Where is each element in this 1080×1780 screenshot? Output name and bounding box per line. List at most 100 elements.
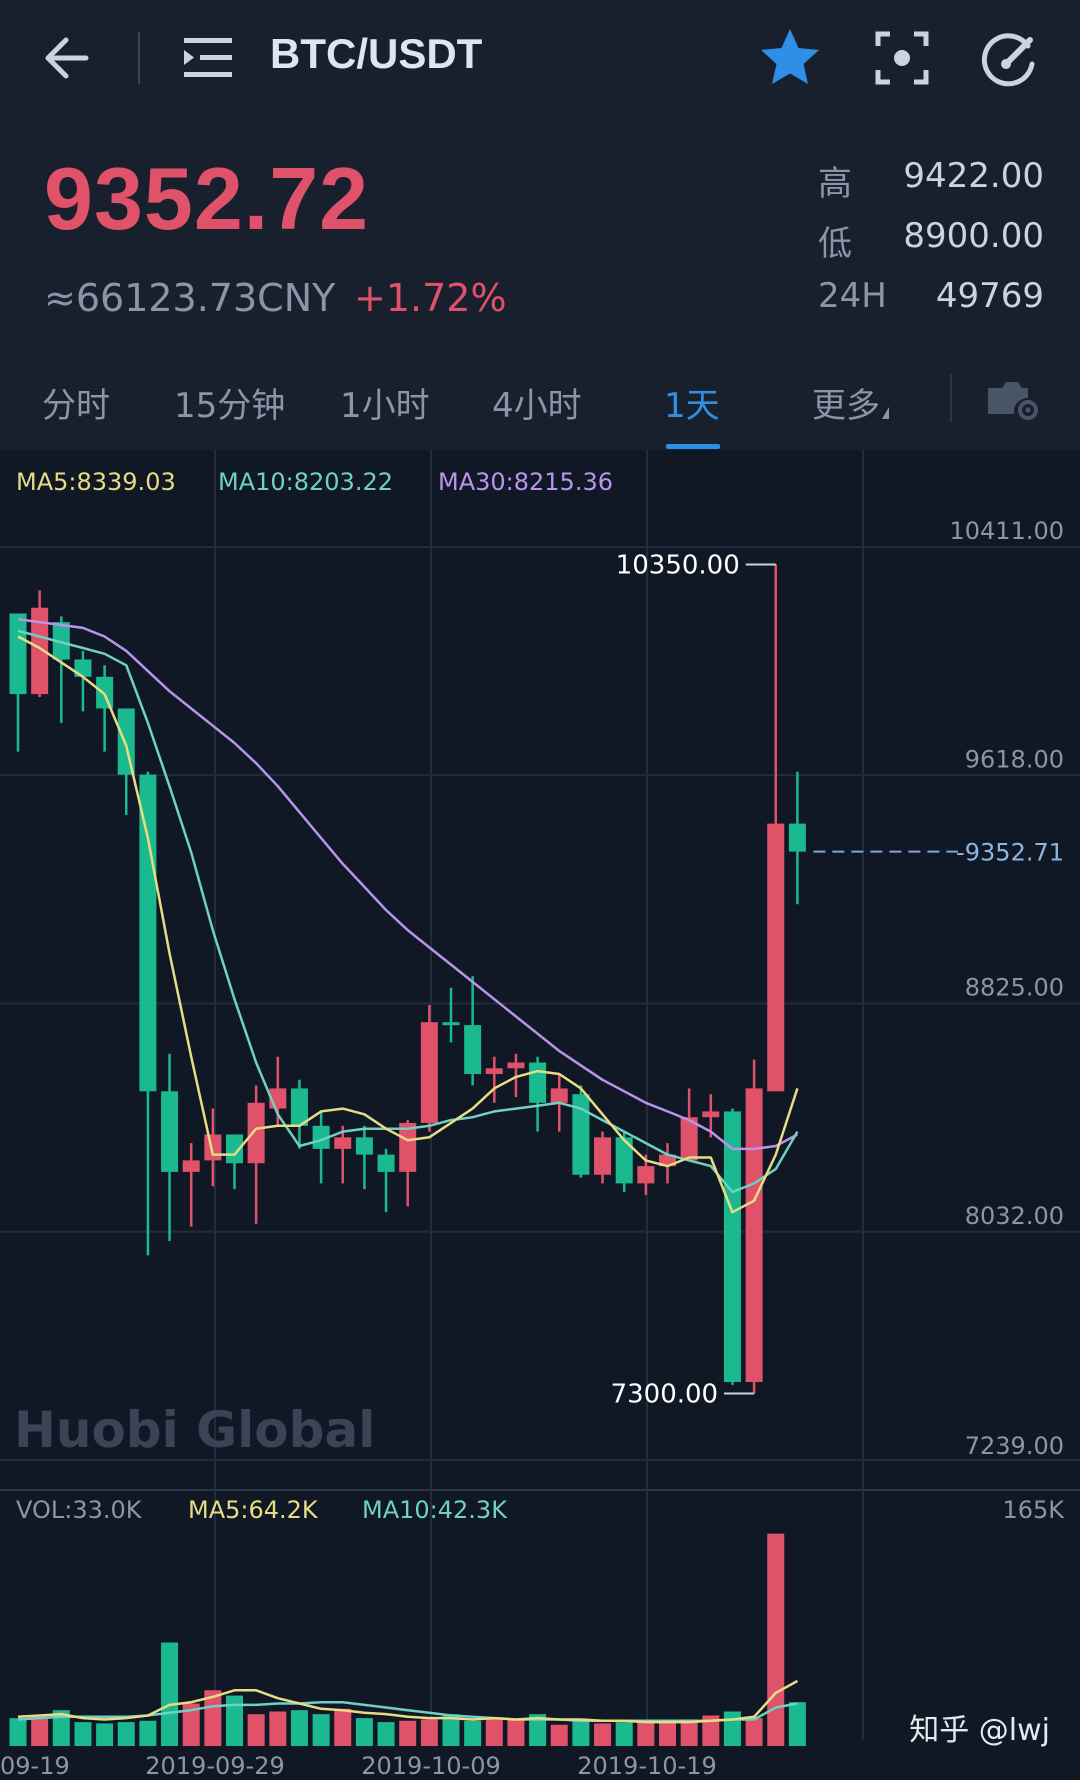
ma10-line (17, 629, 799, 1194)
candle-body (550, 1088, 568, 1103)
speedometer-icon (981, 33, 1035, 87)
max-price-label: 10350.00 (616, 551, 740, 581)
volume-axis-max-label: 165K (1002, 1496, 1065, 1524)
candle-body (377, 1154, 395, 1172)
scan-icon (875, 31, 929, 85)
volume-bar (572, 1719, 590, 1746)
candle-body (723, 1111, 741, 1382)
volume-bar (247, 1714, 265, 1746)
chart-settings-icon (988, 382, 1038, 420)
x-axis-tick-label: 2019-10-19 (577, 1752, 716, 1780)
cny-price: ≈66123.73CNY (44, 276, 336, 320)
volume-bar (377, 1722, 395, 1746)
candle-body (702, 1111, 720, 1118)
divider (950, 374, 952, 422)
volume-bar (485, 1718, 503, 1746)
volume-bar (355, 1718, 373, 1746)
active-tab-indicator (666, 444, 720, 449)
volume-bar (269, 1711, 287, 1746)
top-bar: BTC/USDT (0, 0, 1080, 120)
x-axis-tick-label: 2019-10-09 (361, 1752, 500, 1780)
last-price: 9352.72 (44, 149, 370, 248)
volume-bar (96, 1723, 114, 1746)
ma-legend-item: MA30:8215.36 (438, 468, 613, 496)
min-price-label: 7300.00 (611, 1380, 719, 1410)
tab-4hour[interactable]: 4小时 (492, 378, 582, 427)
price-change: +1.72% (354, 276, 507, 320)
volume-bar (723, 1711, 741, 1746)
volume-bar (594, 1723, 612, 1746)
volume-bar (767, 1533, 785, 1746)
volume-bar (312, 1714, 330, 1746)
candle-body (464, 1025, 482, 1075)
volume-bar (161, 1642, 179, 1746)
volume-24h-label: 24H (818, 276, 887, 316)
pair-menu-button[interactable] (180, 28, 240, 88)
volume-bar (615, 1722, 633, 1746)
candle-body (139, 774, 157, 1092)
candle-body (334, 1137, 352, 1149)
watermark: Huobi Global (14, 1401, 375, 1459)
x-axis-tick-label: 09-19 (0, 1752, 70, 1780)
candle-body (485, 1068, 503, 1075)
tab-1hour[interactable]: 1小时 (340, 378, 430, 427)
volume-bar (74, 1722, 92, 1746)
volume-bar (745, 1718, 763, 1746)
high-value: 9422.00 (903, 156, 1044, 196)
menu-icon (184, 38, 232, 77)
screenshot-button[interactable] (872, 28, 932, 88)
favorite-button[interactable] (757, 25, 823, 91)
ma-legend-item: MA10:8203.22 (218, 468, 393, 496)
volume-legend-item: MA5:64.2K (188, 1496, 319, 1524)
volume-bar (680, 1719, 698, 1746)
candle-body (355, 1137, 373, 1155)
ma30-line (17, 617, 798, 1151)
candle-body (529, 1062, 547, 1103)
volume-bar (637, 1720, 655, 1746)
kline-chart[interactable]: Huobi Global MA5:8339.03 MA10:8203.22 MA30:… (0, 450, 1080, 1780)
star-icon (761, 29, 819, 84)
candle-body (182, 1160, 200, 1172)
chart-area[interactable]: Huobi Global MA5:8339.03 MA10:8203.22 MA30:… (0, 450, 1080, 1780)
volume-24h-value: 49769 (935, 276, 1044, 316)
candle-body (767, 823, 785, 1092)
volume-bar (226, 1695, 243, 1746)
low-value: 8900.00 (903, 216, 1044, 256)
high-label: 高 (818, 164, 852, 204)
candle-body (290, 1088, 308, 1126)
volume-bar (334, 1708, 352, 1746)
volume-bar (9, 1718, 27, 1746)
y-axis-tick-label: 10411.00 (949, 517, 1064, 545)
volume-bar (31, 1716, 49, 1746)
volume-bar (139, 1720, 157, 1746)
candle-body (117, 708, 135, 775)
tab-1day[interactable]: 1天 (664, 378, 720, 427)
footer-watermark: 知乎 @lwj (909, 1713, 1050, 1748)
volume-bar (507, 1719, 525, 1746)
candle-body (745, 1088, 763, 1382)
volume-legend-item: VOL:33.0K (16, 1496, 143, 1524)
volume-bar (659, 1722, 676, 1746)
y-axis-tick-label: 8825.00 (965, 974, 1064, 1002)
candle-body (788, 823, 806, 852)
pair-title[interactable]: BTC/USDT (270, 30, 482, 78)
back-button[interactable] (38, 28, 98, 88)
ma-legend-item: MA5:8339.03 (16, 468, 176, 496)
divider (138, 32, 140, 84)
volume-bar (788, 1702, 806, 1746)
tab-timeline[interactable]: 分时 (42, 378, 110, 427)
back-arrow-icon (45, 37, 89, 79)
tab-15min[interactable]: 15分钟 (174, 378, 285, 427)
candle-body (594, 1137, 612, 1175)
chart-settings-button[interactable] (984, 368, 1040, 420)
candle-body (399, 1122, 417, 1172)
volume-bar (420, 1719, 438, 1746)
low-label: 低 (818, 224, 852, 264)
tab-more[interactable]: 更多 (812, 378, 889, 427)
x-axis-tick-label: 2019-09-29 (145, 1752, 284, 1780)
volume-legend-item: MA10:42.3K (362, 1496, 508, 1524)
candle-body (161, 1091, 179, 1172)
candle-body (420, 1022, 438, 1123)
candle-body (204, 1134, 222, 1161)
speed-button[interactable] (978, 28, 1040, 88)
